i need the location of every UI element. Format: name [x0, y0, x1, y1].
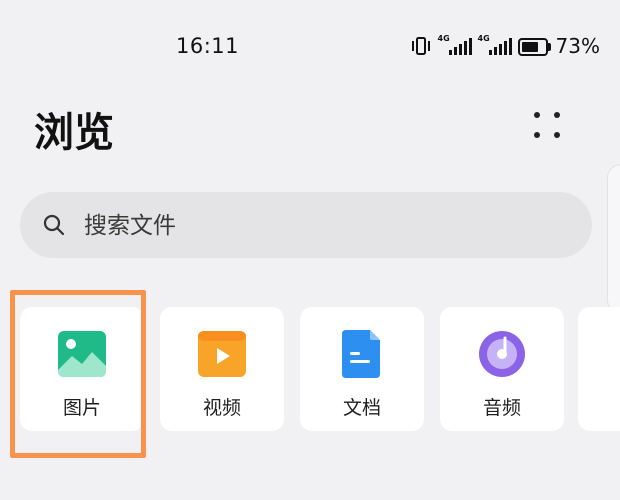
- category-tile-videos[interactable]: 视频: [160, 307, 284, 431]
- category-tile-images[interactable]: 图片: [20, 307, 144, 431]
- search-input[interactable]: [82, 205, 566, 247]
- search-bar[interactable]: [20, 192, 592, 258]
- signal-icon: 4G: [438, 35, 472, 56]
- audio-icon: [479, 331, 525, 377]
- search-icon: [43, 214, 65, 236]
- status-bar: 16:11 4G 4G 73%: [0, 0, 620, 92]
- signal-icon: 4G: [478, 35, 512, 56]
- category-label: 视频: [202, 397, 241, 419]
- category-tile-more[interactable]: [578, 307, 620, 431]
- page-title: 浏览: [34, 110, 114, 156]
- category-label: 图片: [62, 397, 101, 419]
- side-panel-handle[interactable]: [607, 164, 620, 314]
- battery-icon: [517, 38, 551, 56]
- status-time: 16:11: [176, 34, 240, 58]
- category-tile-audio[interactable]: 音频: [440, 307, 564, 431]
- more-dots-icon: [534, 112, 540, 118]
- document-icon: [342, 330, 380, 378]
- category-tile-documents[interactable]: 文档: [300, 307, 424, 431]
- category-label: 音频: [482, 397, 521, 419]
- more-options-button[interactable]: [524, 104, 570, 144]
- battery-percent: 73%: [555, 34, 600, 58]
- image-icon: [58, 331, 106, 377]
- status-icons: 4G 4G 73%: [410, 34, 600, 58]
- vibrate-icon: [411, 37, 430, 55]
- category-label: 文档: [342, 397, 381, 419]
- video-icon: [198, 331, 246, 377]
